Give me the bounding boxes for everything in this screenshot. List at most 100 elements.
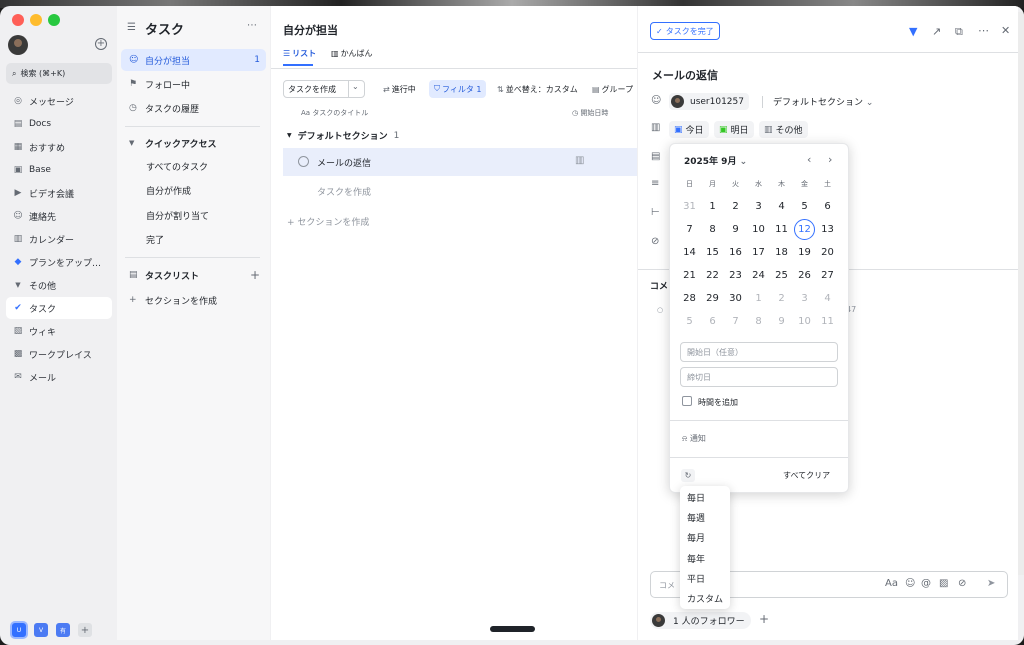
more-icon[interactable]: ⋯ [247, 20, 257, 31]
nav-all-tasks[interactable]: すべてのタスク [121, 155, 266, 177]
calendar-day[interactable]: 3 [747, 196, 770, 216]
repeat-weekly[interactable]: 毎週 [687, 511, 705, 524]
sidebar-item-contacts[interactable]: ☺ 連絡先 [6, 205, 112, 227]
prev-month-icon[interactable]: ‹ [807, 153, 811, 166]
sidebar-item-calendar[interactable]: ▥ カレンダー [6, 228, 112, 250]
calendar-day[interactable]: 5 [678, 311, 701, 331]
other-date-chip[interactable]: ▥ その他 [759, 121, 808, 138]
nav-following[interactable]: ⚑ フォロー中 [121, 73, 266, 95]
repeat-daily[interactable]: 毎日 [687, 491, 705, 504]
calendar-day[interactable]: 5 [793, 196, 816, 216]
text-format-icon[interactable]: Aa [885, 578, 898, 589]
copy-icon[interactable]: ⧉ [955, 25, 963, 39]
nav-tasklists[interactable]: ▤ タスクリスト + [121, 264, 266, 286]
start-date-input[interactable]: 開始日（任意） [680, 342, 838, 362]
workspace-tab-v[interactable]: V [34, 623, 48, 637]
scroll-handle[interactable] [490, 626, 535, 632]
add-time-checkbox[interactable] [682, 396, 692, 406]
notify-button[interactable]: ⍾ 通知 [682, 433, 706, 444]
calendar-day-today[interactable]: 12 [794, 219, 815, 240]
send-icon[interactable]: ➤ [987, 578, 995, 589]
workspace-tab-u[interactable]: U [12, 623, 26, 637]
clear-all-button[interactable]: すべてクリア [783, 470, 830, 481]
calendar-day[interactable]: 22 [701, 265, 724, 285]
calendar-day[interactable]: 4 [816, 288, 839, 308]
calendar-day[interactable]: 9 [724, 219, 747, 239]
user-avatar[interactable] [8, 35, 28, 55]
calendar-day[interactable]: 17 [747, 242, 770, 262]
calendar-day[interactable]: 9 [770, 311, 793, 331]
bookmark-icon[interactable]: ▼ [909, 25, 917, 38]
repeat-weekdays[interactable]: 平日 [687, 572, 705, 585]
today-chip[interactable]: ▣ 今日 [669, 121, 709, 138]
calendar-day[interactable]: 25 [770, 265, 793, 285]
calendar-icon[interactable]: ▥ [575, 155, 584, 166]
sidebar-item-docs[interactable]: ▤ Docs [6, 113, 112, 135]
add-section-button[interactable]: + セクションを作成 [287, 215, 369, 228]
sidebar-item-messages[interactable]: ◎ メッセージ [6, 90, 112, 112]
sidebar-item-task[interactable]: ✔ タスク [6, 297, 112, 319]
due-date-input[interactable]: 締切日 [680, 367, 838, 387]
calendar-day[interactable]: 7 [678, 219, 701, 239]
next-month-icon[interactable]: › [828, 153, 832, 166]
filter-button[interactable]: ⛉ フィルタ 1 [429, 80, 487, 98]
chevron-down-icon[interactable]: ⌄ [352, 82, 359, 91]
nav-assigned-to-me[interactable]: ☺ 自分が担当 1 [121, 49, 266, 71]
calendar-day[interactable]: 15 [701, 242, 724, 262]
calendar-day[interactable]: 19 [793, 242, 816, 262]
calendar-day[interactable]: 14 [678, 242, 701, 262]
create-task-button[interactable]: タスクを作成 ⌄ [283, 80, 365, 98]
attachment-icon[interactable]: ⊘ [958, 578, 966, 589]
calendar-day[interactable]: 29 [701, 288, 724, 308]
emoji-icon[interactable]: ☺ [905, 578, 915, 589]
calendar-day[interactable]: 30 [724, 288, 747, 308]
calendar-day[interactable]: 16 [724, 242, 747, 262]
nav-create-section[interactable]: + セクションを作成 [121, 289, 266, 311]
calendar-day[interactable]: 3 [793, 288, 816, 308]
sidebar-item-mail[interactable]: ✉ メール [6, 366, 112, 388]
sidebar-item-recommend[interactable]: ▦ おすすめ [6, 136, 112, 158]
sort-button[interactable]: ⇅ 並べ替え：カスタム [497, 80, 578, 98]
calendar-day[interactable]: 27 [816, 265, 839, 285]
sidebar-item-other[interactable]: ▼ その他 [6, 274, 112, 296]
calendar-day[interactable]: 2 [724, 196, 747, 216]
sidebar-item-video[interactable]: ▶ ビデオ会議 [6, 182, 112, 204]
calendar-day[interactable]: 28 [678, 288, 701, 308]
assignee-chip[interactable]: user101257 [669, 93, 749, 110]
add-task-input[interactable]: タスクを作成 [317, 185, 371, 198]
add-follower-icon[interactable]: + [759, 612, 769, 626]
calendar-day[interactable]: 8 [701, 219, 724, 239]
workspace-tab-yu[interactable]: 有 [56, 623, 70, 637]
calendar-day[interactable]: 21 [678, 265, 701, 285]
close-window-button[interactable] [12, 14, 24, 26]
close-icon[interactable]: ✕ [1001, 24, 1010, 37]
calendar-day[interactable]: 1 [701, 196, 724, 216]
calendar-day[interactable]: 11 [816, 311, 839, 331]
collapse-sidebar-icon[interactable]: ☰ [127, 22, 136, 33]
calendar-day[interactable]: 7 [724, 311, 747, 331]
section-dropdown[interactable]: デフォルトセクション ⌄ [773, 95, 873, 108]
section-header[interactable]: ▼ デフォルトセクション 1 [287, 129, 399, 143]
quick-access-toggle[interactable]: ▼ クイックアクセス [121, 132, 266, 154]
sidebar-item-workplace[interactable]: ▩ ワークプレイス [6, 343, 112, 365]
more-icon[interactable]: ⋯ [978, 24, 989, 37]
calendar-day[interactable]: 26 [793, 265, 816, 285]
scrollbar[interactable] [1018, 12, 1024, 575]
calendar-day[interactable]: 13 [816, 219, 839, 239]
calendar-day[interactable]: 20 [816, 242, 839, 262]
calendar-day[interactable]: 10 [793, 311, 816, 331]
sidebar-item-upgrade[interactable]: ◆ プランをアップ… [6, 251, 112, 273]
calendar-day[interactable]: 6 [701, 311, 724, 331]
group-button[interactable]: ▤ グループ [592, 80, 633, 98]
calendar-day[interactable]: 18 [770, 242, 793, 262]
complete-task-button[interactable]: ✓ タスクを完了 [650, 22, 720, 40]
nav-created-by-me[interactable]: 自分が作成 [121, 179, 266, 201]
mention-icon[interactable]: @ [921, 578, 931, 589]
calendar-day[interactable]: 6 [816, 196, 839, 216]
zoom-window-button[interactable] [48, 14, 60, 26]
calendar-day[interactable]: 4 [770, 196, 793, 216]
share-icon[interactable]: ↗ [932, 25, 941, 38]
repeat-yearly[interactable]: 毎年 [687, 552, 705, 565]
image-icon[interactable]: ▨ [939, 578, 948, 589]
nav-completed[interactable]: 完了 [121, 228, 266, 250]
